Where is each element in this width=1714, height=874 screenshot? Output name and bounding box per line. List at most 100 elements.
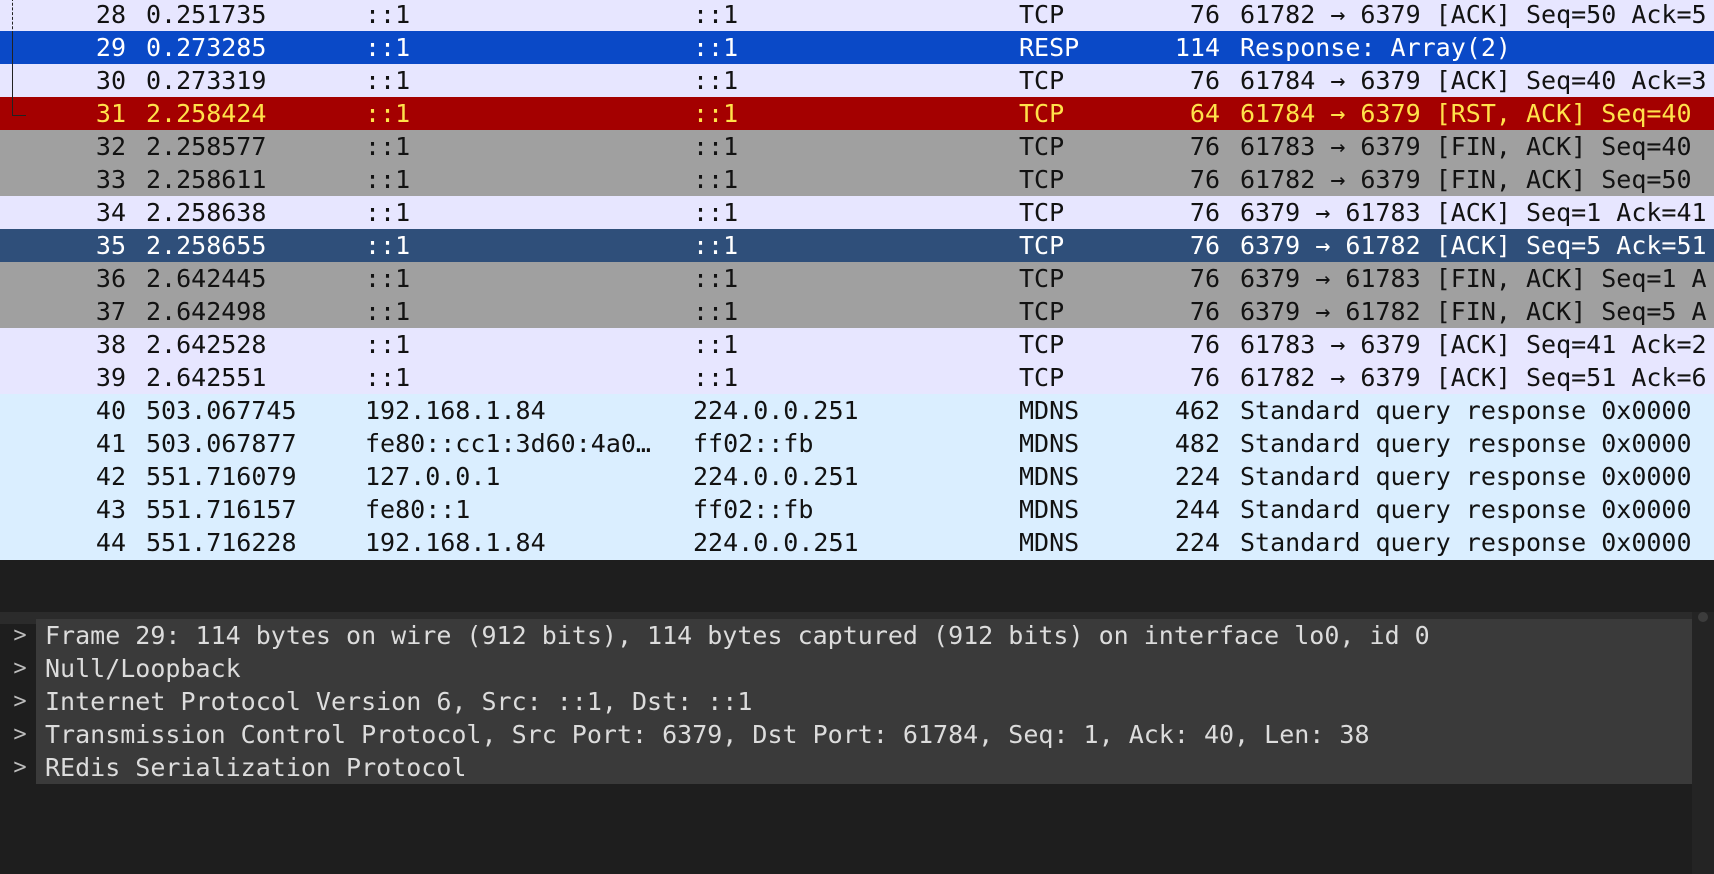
packet-row[interactable]: 31 2.258424::1::1 TCP 64 61784 → 6379 [RST, …: [0, 97, 1714, 131]
packet-length: 76: [1189, 330, 1220, 359]
packet-length: 244: [1174, 495, 1220, 524]
packet-destination: ::1: [693, 264, 739, 293]
packet-row[interactable]: 35 2.258655::1::1 TCP 76 6379 → 61782 [ACK] …: [0, 229, 1714, 263]
packet-info: 61784 → 6379 [RST, ACK] Seq=40: [1240, 99, 1692, 128]
packet-time: 0.273285: [146, 33, 267, 62]
packet-row[interactable]: 30 0.273319::1::1 TCP 76 61784 → 6379 [ACK] …: [0, 64, 1714, 98]
packet-list: 28 0.251735::1::1 TCP 76 61782 → 6379 [ACK] …: [0, 0, 1714, 612]
packet-number: 38: [95, 330, 126, 359]
detail-tree-item[interactable]: > Null/Loopback: [0, 652, 1692, 685]
packet-protocol: TCP: [1019, 264, 1065, 293]
packet-protocol: MDNS: [1019, 495, 1080, 524]
detail-tree-item[interactable]: > Internet Protocol Version 6, Src: ::1, …: [0, 685, 1692, 718]
packet-time: 2.258611: [146, 165, 267, 194]
packet-destination: 224.0.0.251: [693, 462, 859, 491]
packet-time: 2.642551: [146, 363, 267, 392]
packet-number: 33: [95, 165, 126, 194]
packet-info: 61784 → 6379 [ACK] Seq=40 Ack=3: [1240, 66, 1707, 95]
packet-number: 37: [95, 297, 126, 326]
packet-protocol: TCP: [1019, 363, 1065, 392]
packet-length: 114: [1174, 33, 1220, 62]
packet-row[interactable]: 29 0.273285::1::1 RESP 114 Response: Array(2…: [0, 31, 1714, 65]
packet-source: 192.168.1.84: [365, 396, 546, 425]
detail-item-background: [36, 652, 1692, 685]
packet-row[interactable]: 33 2.258611::1::1 TCP 76 61782 → 6379 [FIN, …: [0, 163, 1714, 197]
packet-destination: 224.0.0.251: [693, 396, 859, 425]
packet-length: 76: [1189, 231, 1220, 260]
packet-info: 61782 → 6379 [FIN, ACK] Seq=50: [1240, 165, 1692, 194]
packet-info: Standard query response 0x0000: [1240, 462, 1692, 491]
packet-time: 2.642498: [146, 297, 267, 326]
packet-time: 2.258577: [146, 132, 267, 161]
packet-time: 2.258655: [146, 231, 267, 260]
packet-source: 127.0.0.1: [365, 462, 501, 491]
packet-destination: ::1: [693, 363, 739, 392]
detail-tree-item[interactable]: > Frame 29: 114 bytes on wire (912 bits),…: [0, 619, 1692, 652]
packet-length: 482: [1174, 429, 1220, 458]
packet-row[interactable]: 39 2.642551::1::1 TCP 76 61782 → 6379 [ACK] …: [0, 361, 1714, 395]
conversation-marker-icon: [0, 97, 30, 131]
packet-length: 224: [1174, 528, 1220, 557]
packet-number: 42: [95, 462, 126, 491]
packet-row[interactable]: 40 503.067745 192.168.1.84 224.0.0.251 MDNS 4…: [0, 394, 1714, 428]
packet-info: 6379 → 61782 [ACK] Seq=5 Ack=51: [1240, 231, 1707, 260]
packet-protocol: MDNS: [1019, 429, 1080, 458]
packet-time: 2.642528: [146, 330, 267, 359]
packet-row[interactable]: 44 551.716228 192.168.1.84 224.0.0.251 MDNS 2…: [0, 526, 1714, 560]
packet-number: 39: [95, 363, 126, 392]
detail-tree-item[interactable]: > REdis Serialization Protocol: [0, 751, 1692, 784]
detail-tree-item[interactable]: > Transmission Control Protocol, Src Port…: [0, 718, 1692, 751]
packet-time: 503.067877: [146, 429, 297, 458]
packet-destination: ::1: [693, 198, 739, 227]
packet-info: Standard query response 0x0000: [1240, 528, 1692, 557]
packet-source: ::1: [365, 99, 411, 128]
conversation-marker-icon: [0, 64, 30, 98]
packet-number: 30: [95, 66, 126, 95]
packet-info: 61782 → 6379 [ACK] Seq=51 Ack=6: [1240, 363, 1707, 392]
packet-info: 6379 → 61782 [FIN, ACK] Seq=5 A: [1240, 297, 1707, 326]
packet-row[interactable]: 41 503.067877 fe80::cc1:3d60:4a0… ff02::fb M…: [0, 427, 1714, 461]
packet-info: 6379 → 61783 [FIN, ACK] Seq=1 A: [1240, 264, 1707, 293]
packet-number: 31: [95, 99, 126, 128]
packet-number: 44: [95, 528, 126, 557]
packet-source: ::1: [365, 264, 411, 293]
packet-row[interactable]: 38 2.642528::1::1 TCP 76 61783 → 6379 [ACK] …: [0, 328, 1714, 362]
packet-row[interactable]: 28 0.251735::1::1 TCP 76 61782 → 6379 [ACK] …: [0, 0, 1714, 32]
packet-time: 503.067745: [146, 396, 297, 425]
packet-source: ::1: [365, 66, 411, 95]
packet-protocol: TCP: [1019, 330, 1065, 359]
packet-info: 6379 → 61783 [ACK] Seq=1 Ack=41: [1240, 198, 1707, 227]
packet-time: 2.258638: [146, 198, 267, 227]
packet-protocol: MDNS: [1019, 462, 1080, 491]
packet-source: ::1: [365, 132, 411, 161]
chevron-right-icon[interactable]: >: [10, 718, 30, 751]
packet-destination: ::1: [693, 297, 739, 326]
chevron-right-icon[interactable]: >: [10, 685, 30, 718]
packet-destination: ::1: [693, 231, 739, 260]
scrollbar-thumb[interactable]: [1698, 612, 1708, 622]
packet-info: Standard query response 0x0000: [1240, 495, 1692, 524]
packet-time: 551.716079: [146, 462, 297, 491]
packet-row[interactable]: 36 2.642445::1::1 TCP 76 6379 → 61783 [FIN, …: [0, 262, 1714, 296]
detail-item-label: Internet Protocol Version 6, Src: ::1, D…: [45, 687, 753, 716]
detail-item-label: REdis Serialization Protocol: [45, 753, 467, 782]
packet-source: ::1: [365, 165, 411, 194]
packet-source: ::1: [365, 33, 411, 62]
packet-length: 76: [1189, 165, 1220, 194]
packet-destination: ::1: [693, 330, 739, 359]
packet-source: ::1: [365, 231, 411, 260]
packet-row[interactable]: 43 551.716157 fe80::1 ff02::fb MDNS 244 Standa…: [0, 493, 1714, 527]
packet-source: ::1: [365, 330, 411, 359]
chevron-right-icon[interactable]: >: [10, 652, 30, 685]
packet-row[interactable]: 34 2.258638::1::1 TCP 76 6379 → 61783 [ACK] …: [0, 196, 1714, 230]
packet-length: 462: [1174, 396, 1220, 425]
chevron-right-icon[interactable]: >: [10, 751, 30, 784]
packet-row[interactable]: 37 2.642498::1::1 TCP 76 6379 → 61782 [FIN, …: [0, 295, 1714, 329]
packet-row[interactable]: 42 551.716079 127.0.0.1 224.0.0.251 MDNS 224 S…: [0, 460, 1714, 494]
packet-row[interactable]: 32 2.258577::1::1 TCP 76 61783 → 6379 [FIN, …: [0, 130, 1714, 164]
packet-destination: ::1: [693, 99, 739, 128]
packet-source: ::1: [365, 198, 411, 227]
chevron-right-icon[interactable]: >: [10, 619, 30, 652]
details-scrollbar[interactable]: [1692, 612, 1714, 874]
packet-length: 224: [1174, 462, 1220, 491]
